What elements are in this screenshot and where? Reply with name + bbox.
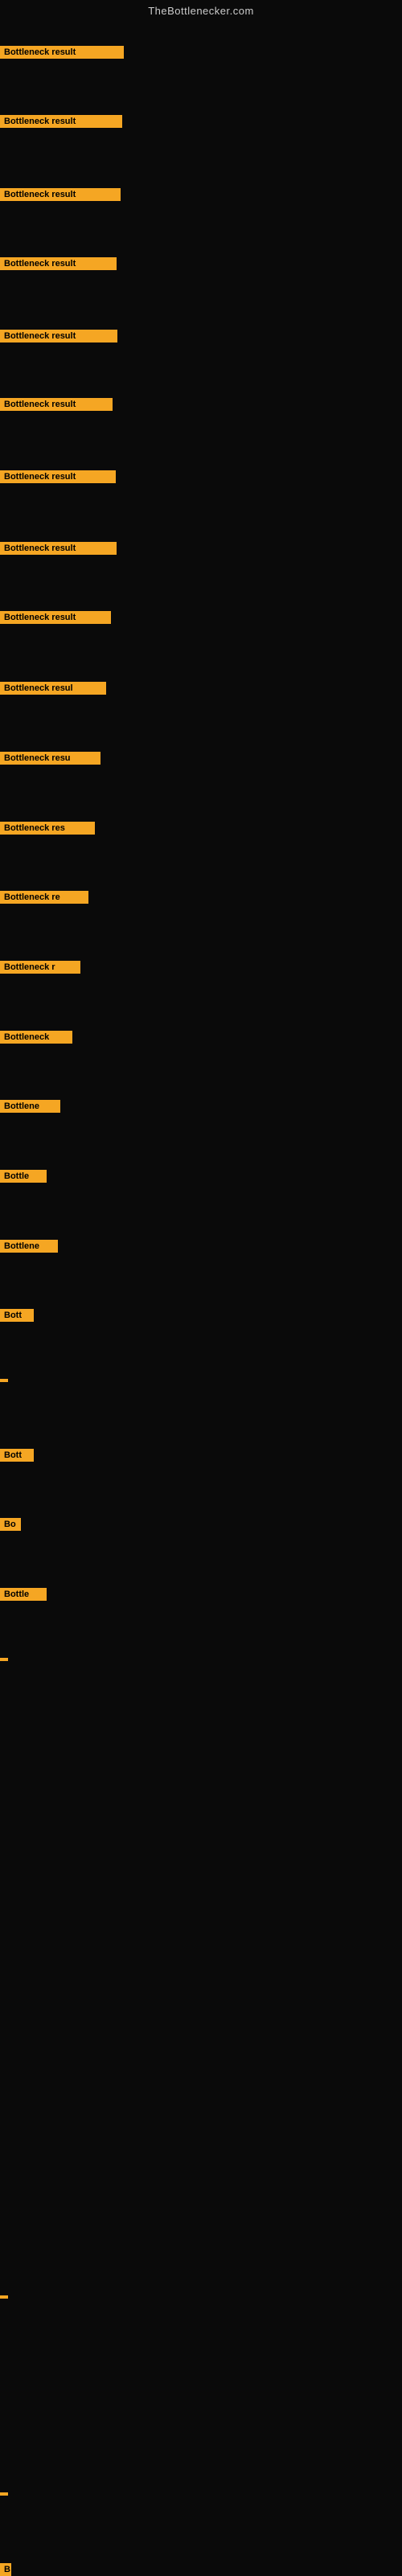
bottleneck-badge-23: Bottle — [0, 1588, 47, 1601]
bottleneck-badge-25 — [0, 2295, 8, 2299]
bottleneck-badge-17: Bottle — [0, 1170, 47, 1183]
bottleneck-badge-11: Bottleneck resu — [0, 752, 100, 765]
bottleneck-badge-2: Bottleneck result — [0, 115, 122, 128]
bottleneck-badge-13: Bottleneck re — [0, 891, 88, 904]
bottleneck-badge-15: Bottleneck — [0, 1031, 72, 1044]
bottleneck-badge-22: Bo — [0, 1518, 21, 1531]
bottleneck-badge-19: Bott — [0, 1309, 34, 1322]
bottleneck-badge-3: Bottleneck result — [0, 188, 121, 201]
bottleneck-badge-12: Bottleneck res — [0, 822, 95, 835]
site-title: TheBottlenecker.com — [0, 0, 402, 22]
bottleneck-badge-5: Bottleneck result — [0, 330, 117, 343]
bottleneck-badge-10: Bottleneck resul — [0, 682, 106, 695]
bottleneck-badge-7: Bottleneck result — [0, 470, 116, 483]
bottleneck-badge-24 — [0, 1658, 8, 1661]
bottleneck-badge-8: Bottleneck result — [0, 542, 117, 555]
bottleneck-badge-14: Bottleneck r — [0, 961, 80, 974]
bottleneck-badge-27: B — [0, 2563, 11, 2576]
bottleneck-badge-9: Bottleneck result — [0, 611, 111, 624]
bottleneck-badge-1: Bottleneck result — [0, 46, 124, 59]
bottleneck-badge-21: Bott — [0, 1449, 34, 1462]
bottleneck-badge-6: Bottleneck result — [0, 398, 113, 411]
bottleneck-badge-16: Bottlene — [0, 1100, 60, 1113]
bottleneck-badge-18: Bottlene — [0, 1240, 58, 1253]
bottleneck-badge-20 — [0, 1379, 8, 1382]
bottleneck-badge-4: Bottleneck result — [0, 257, 117, 270]
bottleneck-badge-26 — [0, 2492, 8, 2496]
